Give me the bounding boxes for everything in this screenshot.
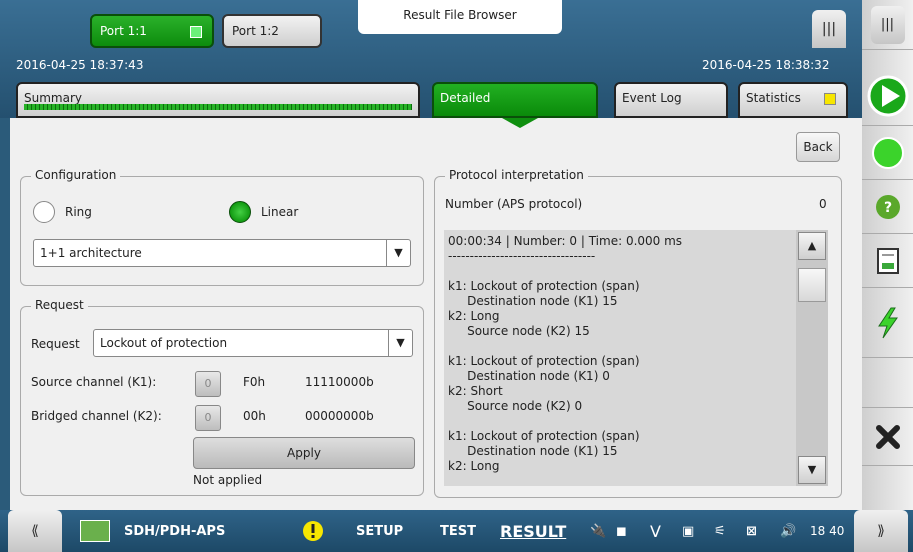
wifi-icon: ⚟: [714, 523, 726, 539]
right-panel-grip[interactable]: |||: [862, 0, 913, 50]
inject-error-button[interactable]: [862, 288, 913, 358]
svg-text:?: ?: [883, 200, 891, 216]
terminal-icon[interactable]: ▣: [682, 510, 694, 552]
menu-grip-icon[interactable]: |||: [812, 10, 846, 48]
scroll-down-icon[interactable]: ▼: [798, 456, 826, 484]
request-label: Request: [31, 337, 80, 351]
empty-slot: [862, 358, 913, 408]
active-tab-notch: [502, 118, 538, 128]
request-select[interactable]: Lockout of protection ▼: [93, 329, 413, 357]
port-1-1-indicator: [190, 26, 202, 38]
report-button[interactable]: [862, 234, 913, 288]
network-icon: ⊠: [746, 523, 757, 539]
help-icon: ?: [875, 194, 900, 219]
top-bar: Port 1:1 Port 1:2 Result File Browser ||…: [0, 0, 862, 118]
ring-label: Ring: [65, 205, 92, 219]
source-channel-bin: 11110000b: [305, 375, 374, 389]
test-name: SDH/PDH-APS: [124, 523, 226, 539]
right-grip-icon[interactable]: ⟫: [854, 510, 908, 552]
help-button[interactable]: ?: [862, 180, 913, 234]
camera-icon[interactable]: ◼: [616, 510, 627, 552]
start-test-button[interactable]: [862, 66, 913, 126]
report-icon: [876, 247, 899, 274]
source-channel-label: Source channel (K1):: [31, 375, 157, 389]
scroll-up-icon[interactable]: ▲: [798, 232, 826, 260]
apply-button[interactable]: Apply: [193, 437, 415, 469]
linear-radio-icon: [229, 201, 251, 223]
protocol-log[interactable]: 00:00:34 | Number: 0 | Time: 0.000 ms --…: [444, 230, 828, 486]
bridged-channel-box[interactable]: 0: [195, 405, 221, 431]
tab-detailed[interactable]: Detailed: [432, 82, 598, 118]
configuration-legend: Configuration: [31, 168, 121, 182]
tab-detailed-label: Detailed: [440, 91, 491, 105]
linear-radio[interactable]: Linear: [229, 201, 298, 223]
right-panel: ||| ?: [862, 0, 913, 512]
protocol-log-scrollbar[interactable]: ▲ ▼: [796, 230, 828, 486]
source-channel-box[interactable]: 0: [195, 371, 221, 397]
tab-statistics-label: Statistics: [746, 91, 801, 105]
left-grip-icon[interactable]: ⟪: [8, 510, 62, 552]
aps-number-value: 0: [819, 197, 827, 211]
architecture-value: 1+1 architecture: [40, 246, 142, 260]
setup-button[interactable]: SETUP: [356, 510, 403, 552]
ring-radio[interactable]: Ring: [33, 201, 92, 223]
ring-radio-icon: [33, 201, 55, 223]
test-button[interactable]: TEST: [440, 510, 476, 552]
tab-summary[interactable]: Summary: [16, 82, 420, 118]
bridged-channel-hex: 00h: [243, 409, 266, 423]
grip-icon: |||: [870, 5, 905, 44]
linear-label: Linear: [261, 205, 299, 219]
green-circle-icon: [871, 136, 904, 169]
architecture-select[interactable]: 1+1 architecture ▼: [33, 239, 411, 267]
bridged-channel-label: Bridged channel (K2):: [31, 409, 162, 423]
request-group: Request Request Lockout of protection ▼ …: [20, 298, 424, 496]
result-file-browser-button[interactable]: Result File Browser: [358, 0, 562, 34]
play-icon: [867, 75, 908, 116]
test-application[interactable]: SDH/PDH-APS: [80, 510, 225, 552]
apply-status: Not applied: [193, 473, 263, 487]
back-button[interactable]: Back: [796, 132, 840, 162]
port-1-1-label: Port 1:1: [100, 24, 147, 38]
summary-progress-bar: [24, 104, 412, 110]
close-icon: [875, 424, 900, 449]
port-1-1-button[interactable]: Port 1:1: [90, 14, 214, 48]
protocol-legend: Protocol interpretation: [445, 168, 588, 182]
scroll-thumb[interactable]: [798, 268, 826, 302]
bottom-bar: ⟪ SDH/PDH-APS SETUP TEST RESULT 🔌 ◼ V ▣ …: [0, 510, 913, 552]
lightning-icon: [877, 307, 898, 338]
port-1-2-label: Port 1:2: [232, 24, 279, 38]
result-button[interactable]: RESULT: [500, 510, 566, 552]
clock: 18 40: [810, 524, 845, 538]
end-timestamp: 2016-04-25 18:38:32: [702, 58, 830, 72]
v-indicator: V: [650, 521, 661, 541]
close-button[interactable]: [862, 408, 913, 466]
volume-icon[interactable]: 🔊: [780, 510, 796, 552]
warning-icon: [303, 521, 323, 541]
aps-number-label: Number (APS protocol): [445, 197, 583, 211]
bridged-channel-bin: 00000000b: [305, 409, 374, 423]
tab-summary-label: Summary: [24, 91, 82, 105]
configuration-group: Configuration Ring Linear 1+1 architectu…: [20, 168, 424, 286]
status-led[interactable]: [862, 126, 913, 180]
source-channel-hex: F0h: [243, 375, 266, 389]
tab-statistics[interactable]: Statistics: [738, 82, 848, 118]
request-legend: Request: [31, 298, 88, 312]
protocol-log-text: 00:00:34 | Number: 0 | Time: 0.000 ms --…: [448, 234, 683, 473]
tab-event-log-label: Event Log: [622, 91, 682, 105]
request-value: Lockout of protection: [100, 336, 228, 350]
start-timestamp: 2016-04-25 18:37:43: [16, 58, 144, 72]
application-icon: [80, 520, 110, 542]
chevron-down-icon: ▼: [386, 240, 410, 266]
plug-icon: 🔌: [590, 523, 607, 539]
port-1-2-button[interactable]: Port 1:2: [222, 14, 322, 48]
warning-button[interactable]: [302, 510, 324, 552]
tab-event-log[interactable]: Event Log: [614, 82, 728, 118]
statistics-indicator: [824, 93, 836, 105]
chevron-down-icon: ▼: [388, 330, 412, 356]
